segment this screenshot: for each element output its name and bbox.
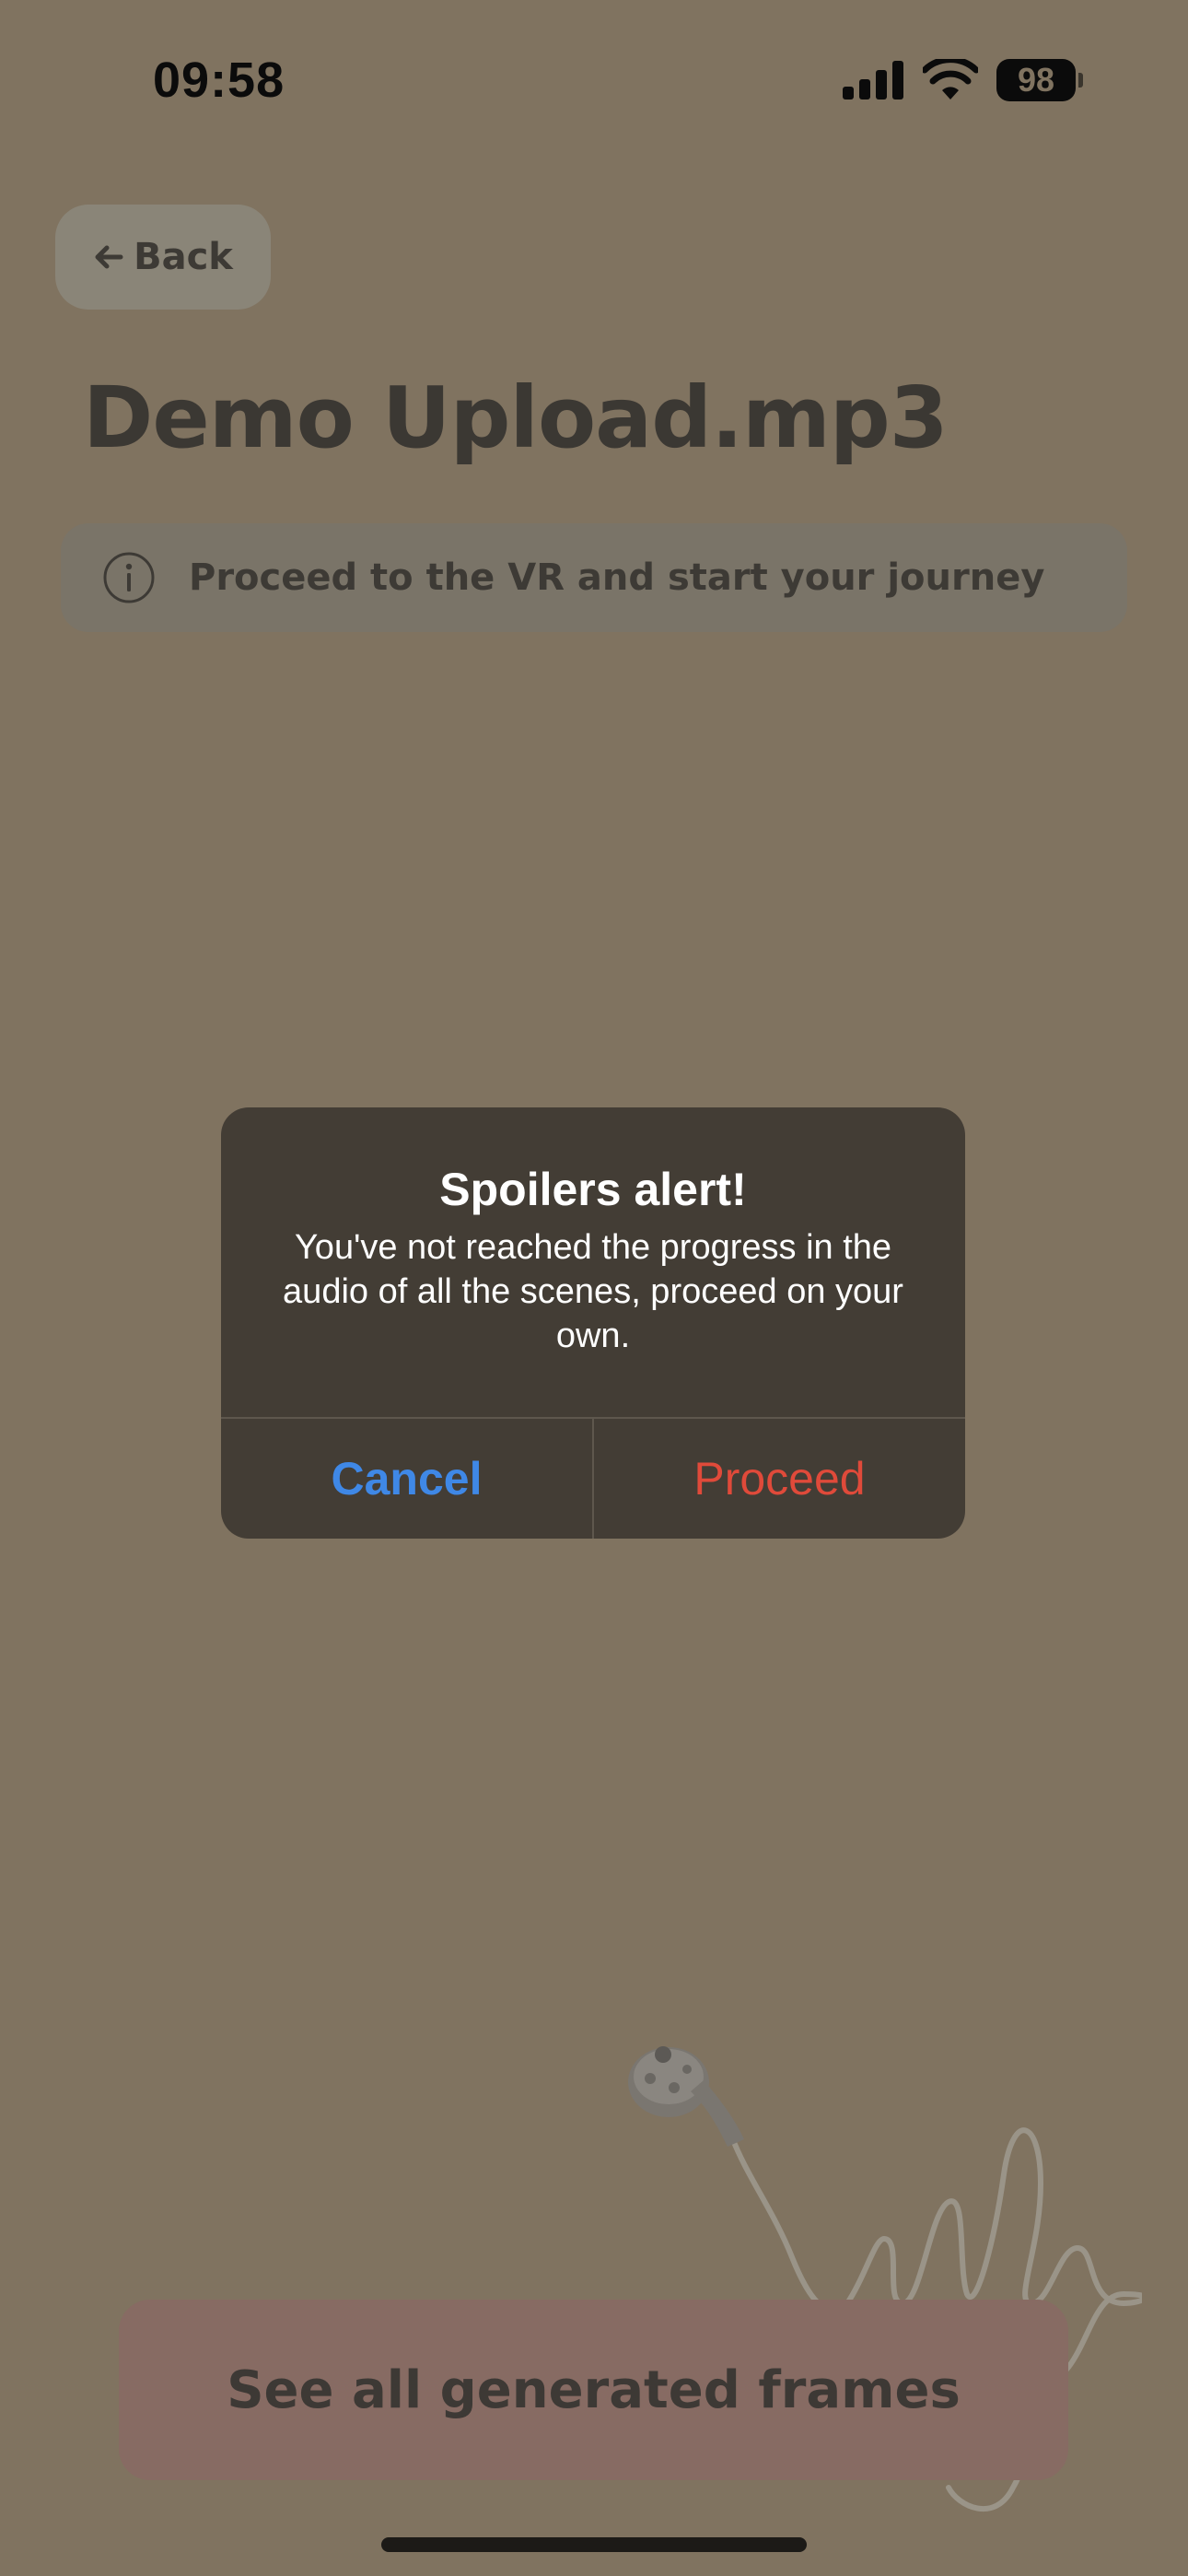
- cellular-signal-icon: [843, 61, 903, 100]
- alert-message: You've not reached the progress in the a…: [283, 1228, 903, 1355]
- info-text: Proceed to the VR and start your journey: [189, 556, 1045, 599]
- proceed-button[interactable]: Proceed: [594, 1419, 965, 1539]
- info-banner: Proceed to the VR and start your journey: [61, 523, 1127, 632]
- battery-cap: [1078, 73, 1083, 88]
- page-title: Demo Upload.mp3: [83, 369, 949, 467]
- arrow-left-icon: [95, 245, 123, 269]
- back-label: Back: [134, 236, 233, 278]
- battery-level: 98: [996, 59, 1076, 101]
- wifi-icon: [923, 59, 978, 100]
- alert-title: Spoilers alert!: [439, 1164, 747, 1215]
- status-time: 09:58: [153, 53, 285, 108]
- cancel-button[interactable]: Cancel: [221, 1419, 592, 1539]
- spoilers-alert-dialog: Spoilers alert! You've not reached the p…: [221, 1107, 965, 1539]
- screen: 09:58 98 Back Demo Upload.mp3 Proceed to…: [0, 0, 1188, 2576]
- battery-indicator: 98: [996, 59, 1083, 101]
- see-all-frames-button[interactable]: See all generated frames: [119, 2300, 1068, 2480]
- info-icon: [103, 552, 155, 603]
- home-indicator[interactable]: [381, 2537, 807, 2552]
- back-button[interactable]: Back: [55, 205, 271, 310]
